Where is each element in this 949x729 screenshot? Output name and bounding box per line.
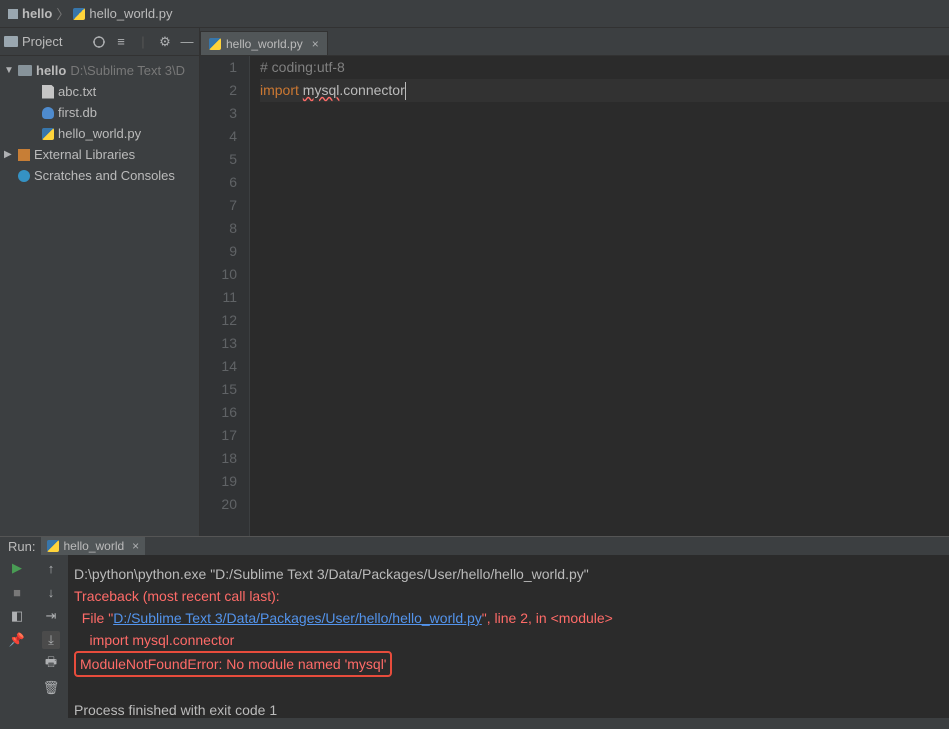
run-tool-column-1: ▶ ■ ◧ 📌 — [0, 555, 34, 729]
console-import-line: import mysql.connector — [74, 629, 943, 651]
breadcrumb-file[interactable]: hello_world.py — [73, 6, 172, 21]
tree-scratches-label: Scratches and Consoles — [34, 168, 175, 183]
console-error-text: ModuleNotFoundError: No module named 'my… — [80, 656, 386, 672]
folder-icon — [8, 9, 18, 19]
breadcrumb-root[interactable]: hello — [8, 6, 52, 21]
run-icon[interactable]: ▶ — [8, 559, 26, 577]
breadcrumb: hello 〉 hello_world.py — [0, 0, 949, 28]
python-icon — [73, 8, 85, 20]
close-icon[interactable]: × — [312, 37, 319, 51]
tree-file-abc[interactable]: abc.txt — [0, 81, 199, 102]
project-tree: ▼ hello D:\Sublime Text 3\D abc.txt firs… — [0, 56, 199, 190]
python-icon — [42, 128, 54, 140]
breadcrumb-file-label: hello_world.py — [89, 6, 172, 21]
editor-tabbar: hello_world.py × — [200, 28, 949, 56]
editor-tab-label: hello_world.py — [226, 37, 303, 51]
editor: hello_world.py × 12345678910111213141516… — [200, 28, 949, 536]
tree-external-libs[interactable]: ▶ External Libraries — [0, 144, 199, 165]
console-output[interactable]: D:\python\python.exe "D:/Sublime Text 3/… — [68, 555, 949, 729]
code-content[interactable]: # coding:utf-8import mysql.connector — [250, 56, 949, 536]
tree-file-label: hello_world.py — [58, 126, 141, 141]
close-icon[interactable]: × — [132, 539, 139, 553]
stop-icon[interactable]: ■ — [8, 583, 26, 601]
collapse-icon[interactable]: — — [179, 34, 195, 50]
tree-file-firstdb[interactable]: first.db — [0, 102, 199, 123]
editor-tab[interactable]: hello_world.py × — [200, 31, 328, 55]
breadcrumb-root-label: hello — [22, 6, 52, 21]
console-traceback: Traceback (most recent call last): — [74, 585, 943, 607]
database-icon — [42, 107, 54, 119]
print-icon[interactable]: 🖶 — [42, 655, 60, 673]
line-gutter: 1234567891011121314151617181920 — [200, 56, 250, 536]
layout-icon[interactable]: ◧ — [8, 607, 26, 625]
tree-project-root[interactable]: ▼ hello D:\Sublime Text 3\D — [0, 60, 199, 81]
project-panel-header: Project ≡ | ⚙ — — [0, 28, 199, 56]
text-file-icon — [42, 85, 54, 99]
gear-icon[interactable]: ⚙ — [157, 34, 173, 50]
divider: | — [135, 34, 151, 50]
chevron-right-icon[interactable]: ▶ — [4, 149, 14, 160]
console-text: ", line 2, in <module> — [482, 610, 613, 626]
pin-icon[interactable]: 📌 — [8, 631, 26, 649]
run-title: Run: — [8, 539, 35, 554]
code-area[interactable]: 1234567891011121314151617181920 # coding… — [200, 56, 949, 536]
run-panel: Run: hello_world × ▶ ■ ◧ 📌 ↑ ↓ ⇥ ⤓ 🖶 🗑 D… — [0, 536, 949, 718]
console-file-line: File "D:/Sublime Text 3/Data/Packages/Us… — [74, 607, 943, 629]
python-icon — [47, 540, 59, 552]
folder-icon — [18, 65, 32, 76]
scroll-to-end-icon[interactable]: ⤓ — [42, 631, 60, 649]
chevron-down-icon[interactable]: ▼ — [4, 65, 14, 76]
run-tab-label: hello_world — [63, 539, 124, 553]
python-icon — [209, 38, 221, 50]
scratches-icon — [18, 170, 30, 182]
run-header: Run: hello_world × — [0, 537, 949, 555]
folder-icon — [4, 36, 18, 47]
tree-file-label: abc.txt — [58, 84, 96, 99]
console-file-link[interactable]: D:/Sublime Text 3/Data/Packages/User/hel… — [113, 610, 482, 626]
tree-file-label: first.db — [58, 105, 97, 120]
wrap-icon[interactable]: ⇥ — [42, 607, 60, 625]
libraries-icon — [18, 149, 30, 161]
project-panel: Project ≡ | ⚙ — ▼ hello D:\Sublime Text … — [0, 28, 200, 536]
tree-root-path: D:\Sublime Text 3\D — [70, 63, 185, 78]
tree-file-helloworld[interactable]: hello_world.py — [0, 123, 199, 144]
tree-scratches[interactable]: Scratches and Consoles — [0, 165, 199, 186]
breadcrumb-sep: 〉 — [56, 4, 69, 23]
console-cmd: D:\python\python.exe "D:/Sublime Text 3/… — [74, 563, 943, 585]
trash-icon[interactable]: 🗑 — [42, 679, 60, 697]
tree-external-label: External Libraries — [34, 147, 135, 162]
up-icon[interactable]: ↑ — [42, 559, 60, 577]
project-panel-title-label: Project — [22, 34, 62, 49]
run-tool-column-2: ↑ ↓ ⇥ ⤓ 🖶 🗑 — [34, 555, 68, 729]
project-panel-title[interactable]: Project — [4, 34, 85, 49]
console-text: File " — [74, 610, 113, 626]
expand-all-icon[interactable]: ≡ — [113, 34, 129, 50]
console-error-highlighted: ModuleNotFoundError: No module named 'my… — [74, 651, 943, 677]
console-blank — [74, 677, 943, 699]
down-icon[interactable]: ↓ — [42, 583, 60, 601]
tree-root-label: hello — [36, 63, 66, 78]
locate-icon[interactable] — [91, 34, 107, 50]
run-tab[interactable]: hello_world × — [41, 537, 145, 555]
